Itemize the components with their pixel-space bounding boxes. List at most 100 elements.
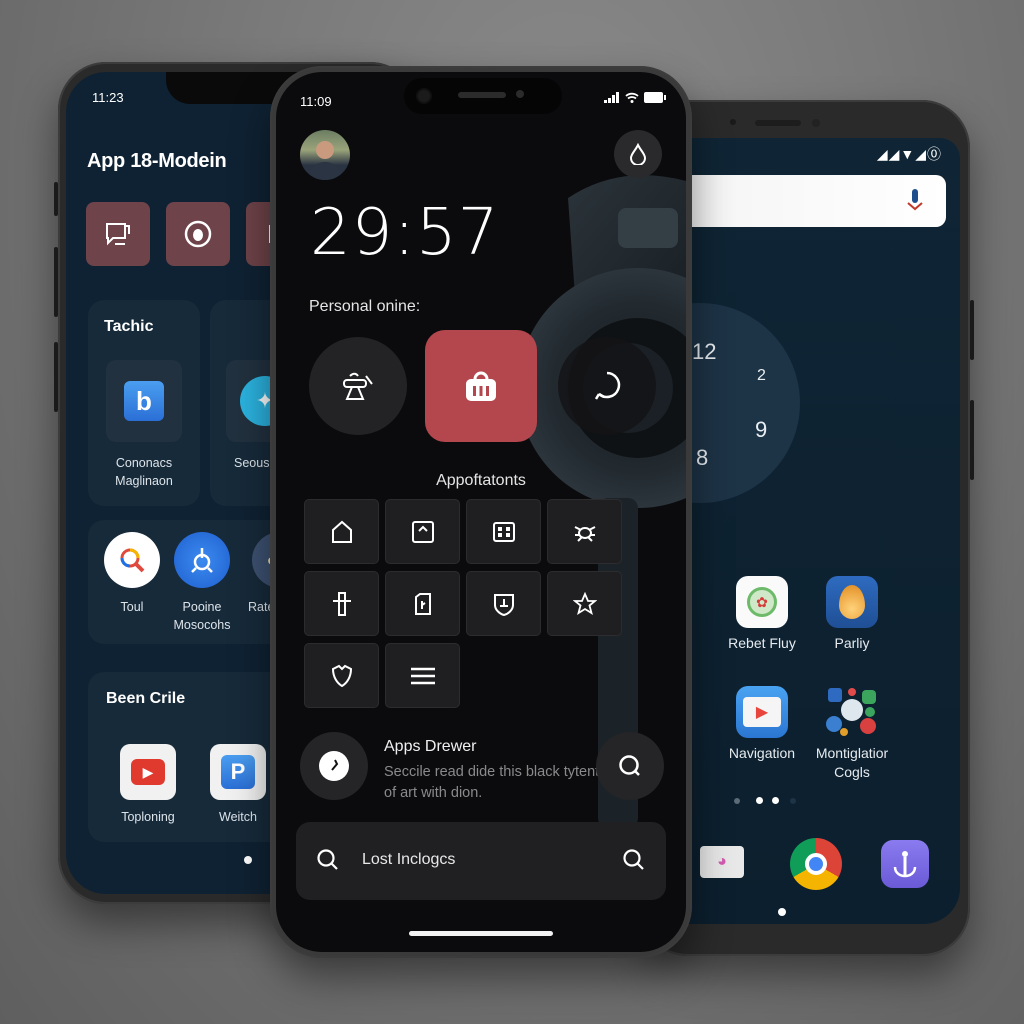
- app-toploning[interactable]: ▶: [120, 744, 176, 800]
- sticker-app-icon: ✿: [747, 587, 777, 617]
- page-title: App 18-Modein: [87, 150, 227, 172]
- photo-app-icon: ◕: [717, 853, 727, 870]
- shield-badge-icon: [493, 593, 514, 616]
- power-button: [970, 300, 974, 360]
- clock-number: 9: [755, 417, 768, 442]
- anchor-app-icon: [893, 851, 917, 878]
- clock-number: 12: [692, 339, 717, 364]
- refresh-search-button[interactable]: [558, 337, 656, 435]
- camera-icon: [812, 119, 820, 127]
- search-icon: [317, 849, 338, 870]
- search-icon: [619, 755, 640, 776]
- lockscreen-clock: 29:57: [310, 196, 500, 270]
- battery-icon: [644, 92, 666, 103]
- app-parliy[interactable]: [826, 576, 878, 628]
- apps-drawer-button[interactable]: [300, 732, 368, 800]
- app-toul[interactable]: [104, 532, 160, 588]
- page-dot[interactable]: [790, 798, 796, 804]
- chrome-icon: [805, 853, 827, 875]
- sensor-icon: [516, 90, 524, 98]
- grid-tile-grid[interactable]: [466, 499, 541, 564]
- grid-tile-shield[interactable]: [304, 643, 379, 708]
- section-label: Personal onine:: [309, 298, 421, 315]
- app-cluster-icon: [826, 688, 876, 736]
- card-title: Tachic: [104, 318, 154, 335]
- drawer-search-button[interactable]: [596, 732, 664, 800]
- menu-icon: [410, 667, 435, 684]
- dynamic-island: [404, 78, 562, 114]
- status-time: 11:23: [92, 90, 124, 105]
- app-weitch[interactable]: P: [210, 744, 266, 800]
- dock-chrome-app[interactable]: [790, 838, 842, 890]
- folder-label: Appoftatonts: [436, 472, 526, 489]
- chat-monitor-tile[interactable]: [86, 202, 150, 266]
- page-dot-active[interactable]: [772, 797, 779, 804]
- volume-up-button: [54, 247, 58, 317]
- search-submit-icon[interactable]: [622, 848, 646, 872]
- app-cononacs[interactable]: b: [106, 360, 182, 442]
- b-app-icon: b: [124, 381, 164, 421]
- grid-tile-cross[interactable]: [304, 571, 379, 636]
- apps-card: Toul Pooine Mosocohs ● Rate: [88, 520, 292, 644]
- telescope-icon: [343, 372, 373, 400]
- refresh-search-icon: [594, 371, 621, 400]
- home-icon: [331, 520, 352, 543]
- blue-power-icon: [191, 548, 213, 573]
- center-phone: 11:09 29:57 Personal onine: Appoftatonts: [270, 66, 692, 958]
- page-dot-active[interactable]: [756, 797, 763, 804]
- grid-tile-image[interactable]: [385, 499, 460, 564]
- speaker-grille: [458, 92, 506, 98]
- app-pooine[interactable]: [174, 532, 230, 588]
- tachic-card: Tachic b Cononacs Maglinaon: [88, 300, 200, 506]
- been-crile-card: Been Crile ▶ Toploning P Weitch: [88, 672, 290, 842]
- app-label: Montiglatior Cogls: [815, 745, 889, 780]
- clock-number: 2: [757, 367, 766, 384]
- grid-tile-home[interactable]: [304, 499, 379, 564]
- status-time: 11:09: [300, 94, 332, 109]
- grid-tile-menu[interactable]: [385, 643, 460, 708]
- app-label: Parliy: [834, 635, 870, 651]
- shopping-button[interactable]: [425, 330, 537, 442]
- shopping-bag-icon: [466, 371, 496, 401]
- search-bar[interactable]: [650, 175, 946, 227]
- app-label: Seous: [234, 456, 270, 470]
- image-frame-icon: [411, 520, 434, 543]
- grid-tile-document[interactable]: [385, 571, 460, 636]
- apps-drawer-title: Apps Drewer: [384, 738, 477, 755]
- app-label: Toploning: [121, 810, 175, 824]
- microphone-icon[interactable]: [904, 187, 926, 215]
- home-indicator[interactable]: [409, 931, 553, 936]
- page-dot[interactable]: [734, 798, 740, 804]
- p-letter-icon: P: [221, 755, 255, 789]
- grid-box-icon: [492, 521, 515, 542]
- clock-icon: [319, 751, 349, 781]
- search-value[interactable]: Lost Inclogcs: [362, 851, 455, 869]
- water-drop-icon: [629, 143, 647, 165]
- dock-anchor-app[interactable]: [881, 840, 929, 888]
- speaker-grille: [755, 120, 801, 126]
- telescope-button[interactable]: [309, 337, 407, 435]
- page-indicator-dot: [244, 856, 252, 864]
- grid-tile-star[interactable]: [547, 571, 622, 636]
- grid-tile-bug[interactable]: [547, 499, 622, 564]
- colorful-magnifier-icon: [120, 548, 145, 573]
- signal-icon: [604, 92, 619, 103]
- document-icon: [414, 592, 431, 615]
- sensor-icon: [730, 119, 736, 125]
- app-rebet-fluy[interactable]: ✿: [736, 576, 788, 628]
- app-label: Cononacs Maglinaon: [115, 456, 173, 488]
- avatar[interactable]: [300, 130, 350, 180]
- play-store-icon: ▶: [743, 697, 781, 727]
- wifi-icon: [625, 92, 639, 103]
- app-montiglatior[interactable]: [826, 686, 878, 738]
- app-label: Pooine Mosocohs: [173, 600, 231, 632]
- search-input[interactable]: Lost Inclogcs: [296, 822, 666, 900]
- status-icons: [604, 92, 666, 103]
- flame-app-icon: [839, 585, 865, 619]
- theme-toggle-button[interactable]: [614, 130, 662, 178]
- dock-photo-app[interactable]: ◕: [700, 846, 744, 878]
- power-dial-tile[interactable]: [166, 202, 230, 266]
- apps-drawer-description: Seccile read dide this black tytent of a…: [384, 764, 600, 801]
- grid-tile-shield-badge[interactable]: [466, 571, 541, 636]
- app-navigation[interactable]: ▶: [736, 686, 788, 738]
